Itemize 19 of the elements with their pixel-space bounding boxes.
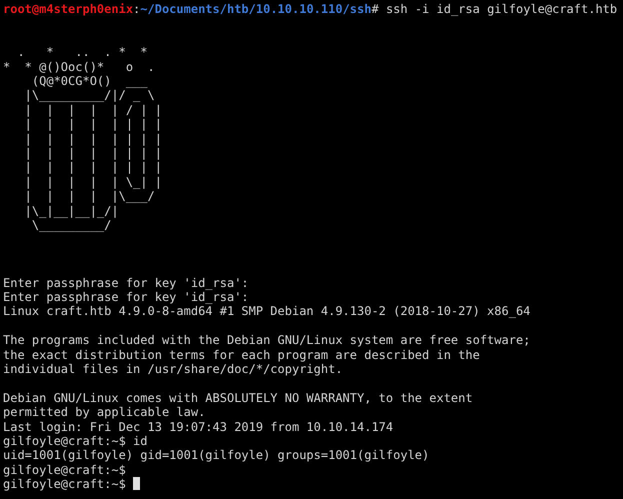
- output-line: The programs included with the Debian GNU/Linux system are free software;: [3, 333, 530, 348]
- output-line: the exact distribution terms for each program are described in the: [3, 348, 480, 362]
- output-line: gilfoyle@craft:~$ id: [3, 434, 148, 448]
- output-line: Linux craft.htb 4.9.0-8-amd64 #1 SMP Debian 4.9.130-2 (2018-10-27) x86_64: [3, 304, 530, 318]
- prompt-user: root@m4sterph0enix: [3, 2, 134, 16]
- output-line: Enter passphrase for key 'id_rsa':: [3, 276, 249, 290]
- output-line: uid=1001(gilfoyle) gid=1001(gilfoyle) groups=1001(gilfoyle): [3, 448, 430, 462]
- cursor[interactable]: [133, 477, 140, 490]
- prompt-line: gilfoyle@craft:~$: [3, 477, 127, 492]
- output-line: permitted by applicable law.: [3, 405, 206, 420]
- prompt-colon: :: [133, 2, 140, 16]
- output-line: Last login: Fri Dec 13 19:07:43 2019 from 10.10.14.174: [3, 420, 394, 434]
- command-text: # ssh -i id_rsa gilfoyle@craft.htb: [371, 2, 618, 16]
- output-line: individual files in /usr/share/doc/*/copyright.: [3, 362, 343, 376]
- output-line: Enter passphrase for key 'id_rsa':: [3, 290, 249, 304]
- prompt-path: ~/Documents/htb/10.10.10.110/ssh: [140, 2, 372, 16]
- output-line: gilfoyle@craft:~$: [3, 462, 126, 477]
- ascii-art-drawing: . * .. . * * * * @()Ooc()* o . (Q@*0CG*O() ___ |\_________/|/ _ \ | | | | | / | | | | | | | | | | | | | | | | | | | | | | | | | | | | | | | | | | | | | | | \_| | | | | | |\___/ |\_|__|__|_/| \_________/: [3, 45, 162, 232]
- output-line: Debian GNU/Linux comes with ABSOLUTELY NO WARRANTY, to the extent: [3, 390, 473, 405]
